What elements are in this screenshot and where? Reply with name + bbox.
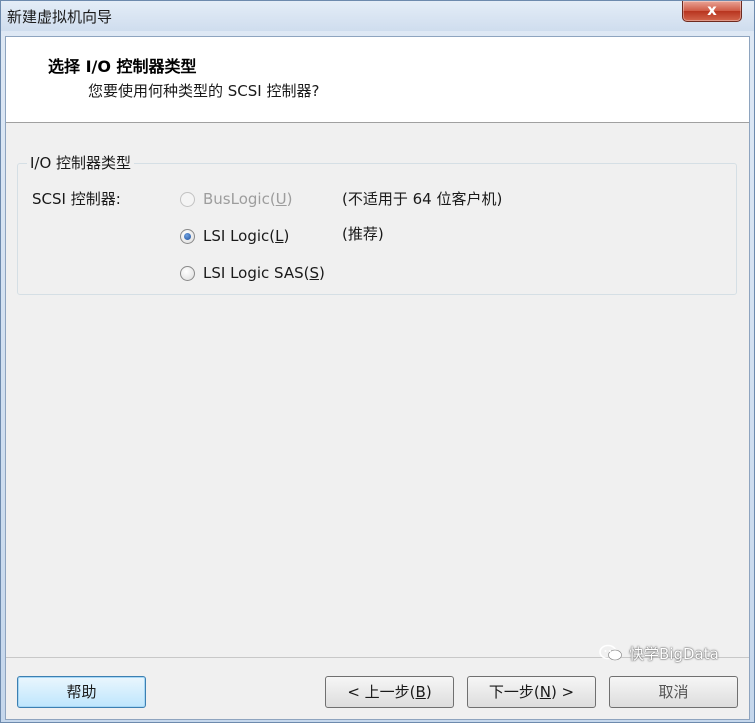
button-bar: 帮助 < 上一步(B) 下一步(N) > 取消 [6, 657, 749, 719]
scsi-controller-label: SCSI 控制器: [32, 190, 121, 208]
window-title: 新建虚拟机向导 [7, 8, 113, 26]
back-button[interactable]: < 上一步(B) [325, 676, 454, 708]
buslogic-note: (不适用于 64 位客户机) [342, 190, 503, 208]
wechat-icon [599, 644, 622, 661]
close-button[interactable]: x [682, 1, 742, 22]
group-legend: I/O 控制器类型 [27, 152, 135, 173]
cancel-button[interactable]: 取消 [609, 676, 738, 708]
radio-lsi-logic-sas-label: LSI Logic SAS(S) [203, 264, 325, 282]
radio-lsi-logic-sas-indicator[interactable] [180, 265, 195, 281]
title-bar[interactable]: 新建虚拟机向导 x [1, 1, 754, 31]
page-subtitle: 您要使用何种类型的 SCSI 控制器? [88, 82, 320, 100]
radio-buslogic-label: BusLogic(U) [203, 190, 293, 208]
radio-buslogic[interactable]: BusLogic(U) [180, 188, 293, 210]
radio-lsi-logic-sas[interactable]: LSI Logic SAS(S) [180, 262, 325, 284]
radio-lsi-logic[interactable]: LSI Logic(L) [180, 225, 289, 247]
wizard-header: 选择 I/O 控制器类型 您要使用何种类型的 SCSI 控制器? [6, 37, 749, 123]
radio-lsi-logic-label: LSI Logic(L) [203, 227, 290, 245]
radio-buslogic-indicator[interactable] [180, 191, 195, 207]
radio-lsi-logic-indicator[interactable] [180, 228, 195, 244]
dialog-body: 选择 I/O 控制器类型 您要使用何种类型的 SCSI 控制器? I/O 控制器… [5, 36, 750, 720]
help-button[interactable]: 帮助 [17, 676, 146, 708]
page-title: 选择 I/O 控制器类型 [48, 57, 197, 76]
close-icon: x [707, 1, 717, 19]
next-button[interactable]: 下一步(N) > [467, 676, 596, 708]
lsi-logic-note: (推荐) [342, 225, 384, 243]
wizard-window: 新建虚拟机向导 x 选择 I/O 控制器类型 您要使用何种类型的 SCSI 控制… [0, 0, 755, 723]
watermark-text: 快学BigData [629, 644, 719, 663]
watermark: 快学BigData [599, 641, 719, 665]
